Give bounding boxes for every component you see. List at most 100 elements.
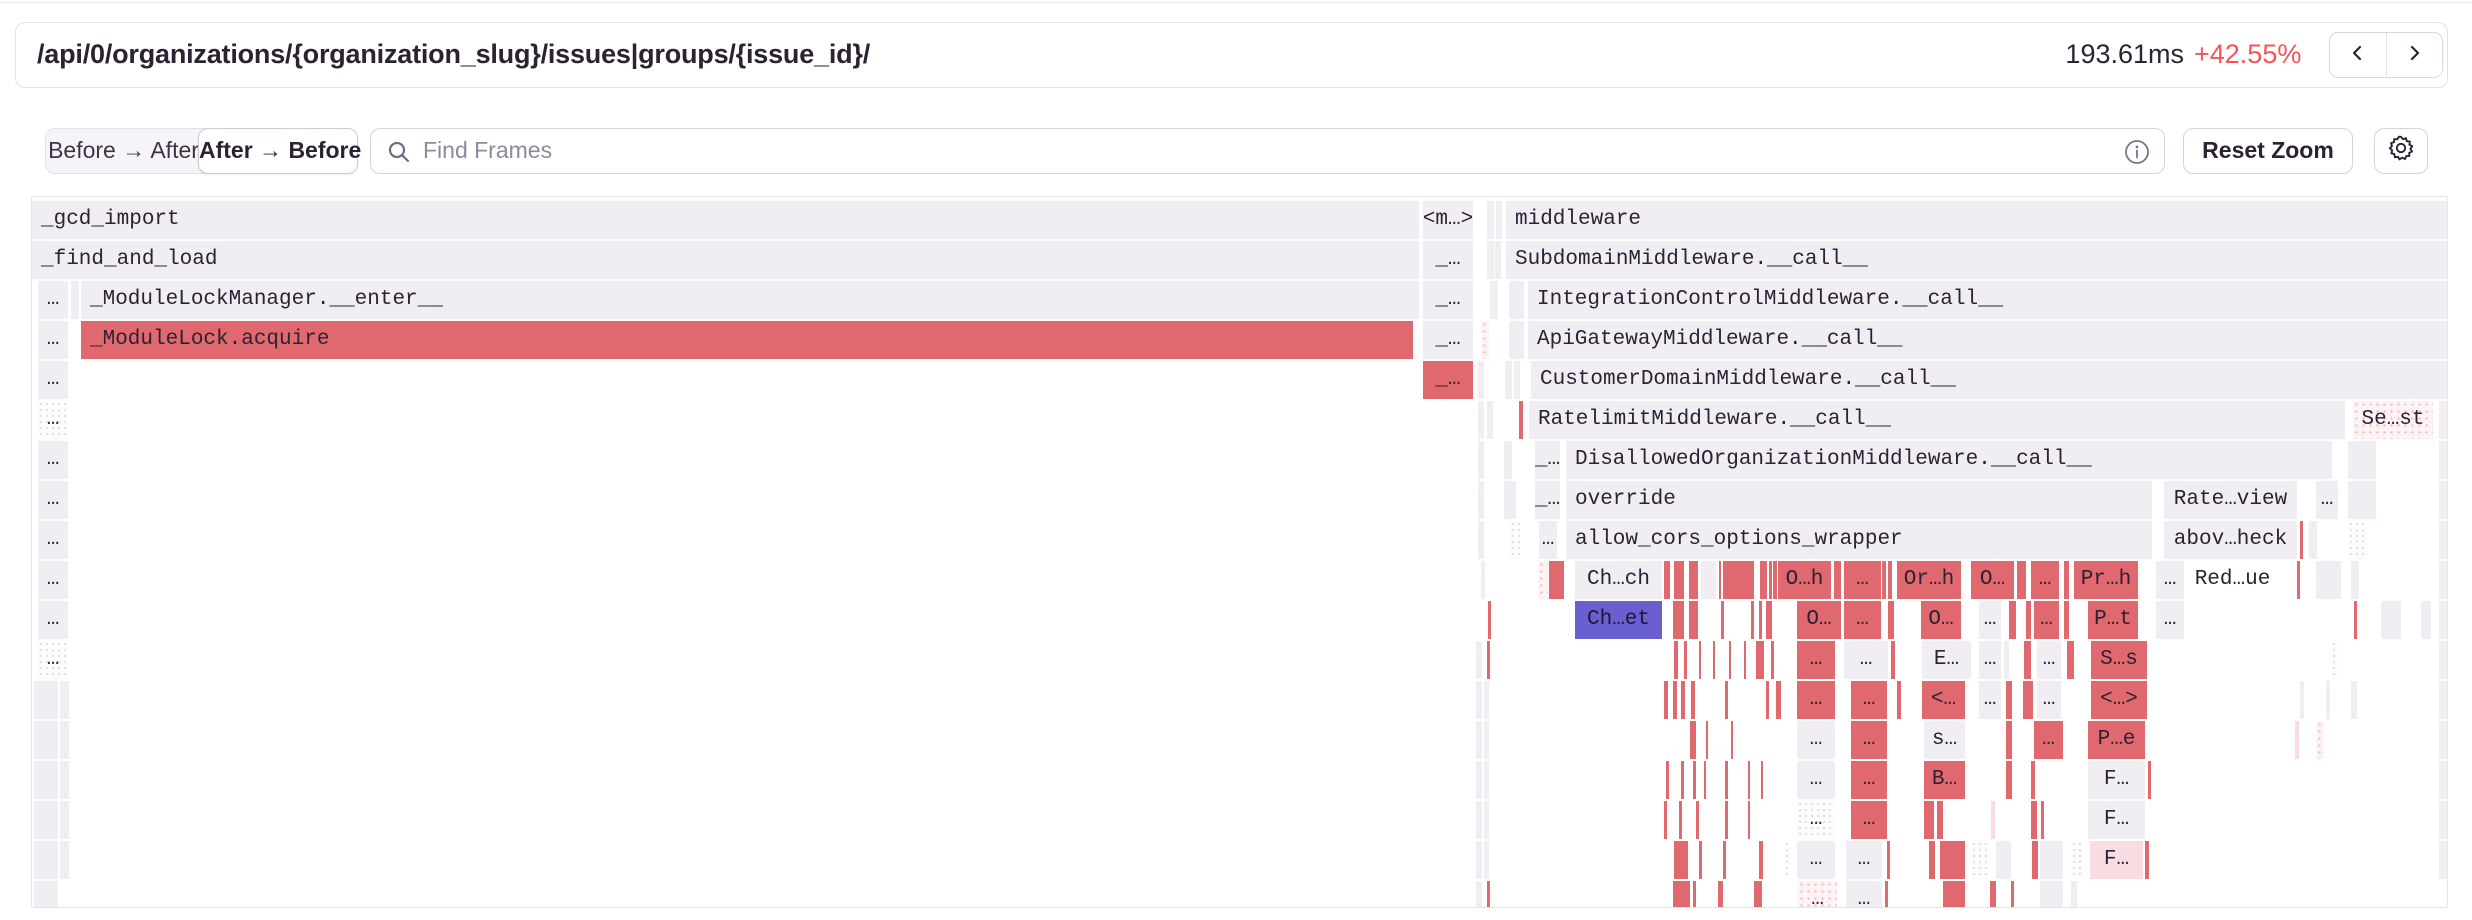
flame-frame[interactable]: s… — [1924, 721, 1965, 759]
flame-frame[interactable] — [1481, 561, 1485, 599]
flame-frame[interactable] — [1693, 881, 1696, 908]
flame-frame[interactable] — [2295, 721, 2299, 759]
flame-frame[interactable] — [1504, 481, 1516, 519]
flame-frame[interactable]: … — [1797, 801, 1835, 839]
flame-frame[interactable] — [1766, 601, 1772, 639]
flame-frame[interactable] — [1673, 881, 1690, 908]
flame-frame[interactable] — [2421, 601, 2431, 639]
flame-frame[interactable]: _… — [1423, 241, 1473, 279]
flame-frame[interactable] — [1487, 881, 1490, 908]
flame-frame[interactable]: … — [2034, 721, 2063, 759]
flamegraph[interactable]: _gcd_import<m…>middleware_find_and_load_… — [31, 196, 2448, 908]
flame-frame[interactable] — [1673, 601, 1684, 639]
flame-frame[interactable] — [1725, 801, 1728, 839]
flame-frame[interactable] — [2024, 641, 2031, 679]
next-transaction-button[interactable] — [2386, 33, 2443, 77]
flame-frame[interactable] — [2064, 601, 2069, 639]
flame-frame[interactable]: … — [1797, 641, 1835, 679]
flame-frame[interactable]: … — [1797, 761, 1835, 799]
flame-frame[interactable] — [1664, 801, 1667, 839]
flame-frame[interactable]: <m…> — [1423, 201, 1473, 239]
flame-frame[interactable] — [1664, 681, 1668, 719]
flame-frame[interactable] — [1991, 801, 1995, 839]
flame-frame[interactable] — [2316, 721, 2324, 759]
flame-frame[interactable]: O… — [1921, 601, 1961, 639]
flame-frame[interactable] — [1689, 601, 1698, 639]
flame-frame[interactable]: … — [38, 281, 68, 319]
flame-frame[interactable] — [1888, 561, 1892, 599]
flame-frame[interactable] — [1495, 241, 1501, 279]
flame-frame[interactable] — [1719, 561, 1721, 599]
flame-frame[interactable]: _gcd_import — [32, 201, 1419, 239]
flame-frame[interactable] — [2348, 441, 2376, 479]
flame-frame[interactable] — [1478, 401, 1484, 439]
flame-frame[interactable] — [2300, 681, 2304, 719]
flame-frame[interactable] — [1699, 841, 1702, 879]
flame-frame[interactable]: F… — [2088, 801, 2145, 839]
flame-frame[interactable] — [1729, 641, 1731, 679]
flame-frame[interactable]: Pr…h — [2074, 561, 2138, 599]
flame-frame[interactable] — [2009, 601, 2016, 639]
flame-frame[interactable] — [1943, 881, 1965, 908]
flame-frame[interactable] — [1476, 761, 1482, 799]
flame-frame[interactable]: O… — [1971, 561, 2014, 599]
flame-frame[interactable]: Red…ue — [2193, 561, 2272, 599]
flame-frame[interactable] — [1519, 401, 1523, 439]
flame-frame[interactable] — [1706, 721, 1708, 759]
flame-frame[interactable] — [2040, 881, 2063, 908]
flame-frame[interactable] — [2439, 681, 2447, 719]
flame-frame[interactable] — [34, 681, 58, 719]
flame-frame[interactable]: E… — [1922, 641, 1971, 679]
flame-frame[interactable]: CustomerDomainMiddleware.__call__ — [1531, 361, 2448, 399]
flame-frame[interactable] — [1487, 401, 1493, 439]
flame-frame[interactable] — [2439, 401, 2447, 439]
flame-frame[interactable]: … — [38, 521, 68, 559]
flame-frame[interactable] — [2006, 721, 2012, 759]
flame-frame[interactable]: _ModuleLockManager.__enter__ — [81, 281, 1419, 319]
flame-frame[interactable] — [60, 681, 69, 719]
flame-frame[interactable] — [1549, 561, 1564, 599]
flame-frame[interactable] — [1769, 561, 1772, 599]
flame-frame[interactable] — [2011, 881, 2014, 908]
flame-frame[interactable] — [2031, 801, 2037, 839]
flame-frame[interactable] — [2031, 761, 2035, 799]
flame-frame[interactable] — [34, 761, 58, 799]
flame-frame[interactable] — [1481, 321, 1489, 359]
flame-frame[interactable] — [1478, 441, 1484, 479]
flame-frame[interactable] — [1681, 681, 1685, 719]
flame-frame[interactable] — [1761, 761, 1763, 799]
flame-frame[interactable] — [1897, 681, 1901, 719]
flame-frame[interactable] — [2326, 681, 2330, 719]
flame-frame[interactable] — [1509, 281, 1524, 319]
flame-frame[interactable] — [1759, 601, 1762, 639]
flame-frame[interactable] — [2023, 681, 2033, 719]
flame-frame[interactable] — [1674, 561, 1684, 599]
flame-frame[interactable] — [1748, 801, 1750, 839]
flame-frame[interactable] — [1996, 841, 2011, 879]
flame-frame[interactable]: <… — [1922, 681, 1965, 719]
flame-frame[interactable]: … — [1844, 641, 1888, 679]
flame-frame[interactable]: … — [1797, 841, 1835, 879]
flame-frame[interactable]: … — [2316, 481, 2338, 519]
flame-frame[interactable] — [2309, 521, 2317, 559]
flame-frame[interactable] — [1888, 601, 1894, 639]
flame-frame[interactable]: ApiGatewayMiddleware.__call__ — [1528, 321, 2448, 359]
flame-frame[interactable]: … — [38, 401, 68, 439]
flame-frame[interactable] — [2041, 801, 2044, 839]
flame-frame[interactable]: Or…h — [1897, 561, 1961, 599]
flame-frame[interactable] — [1834, 561, 1841, 599]
flame-frame[interactable] — [1478, 521, 1484, 559]
flame-frame[interactable] — [1484, 761, 1489, 799]
flame-frame[interactable] — [1476, 801, 1482, 839]
flame-frame[interactable]: SubdomainMiddleware.__call__ — [1506, 241, 2448, 279]
flame-frame[interactable] — [1723, 841, 1726, 879]
flame-frame[interactable] — [1476, 721, 1482, 759]
flame-frame[interactable] — [1538, 561, 1548, 599]
flame-frame[interactable] — [1744, 641, 1746, 679]
flame-frame[interactable]: P…e — [2088, 721, 2145, 759]
flame-frame[interactable] — [1701, 561, 1716, 599]
flame-frame[interactable] — [2439, 561, 2447, 599]
flame-frame[interactable] — [1664, 561, 1670, 599]
flame-frame[interactable]: O… — [1797, 601, 1841, 639]
flame-frame[interactable] — [2439, 721, 2447, 759]
